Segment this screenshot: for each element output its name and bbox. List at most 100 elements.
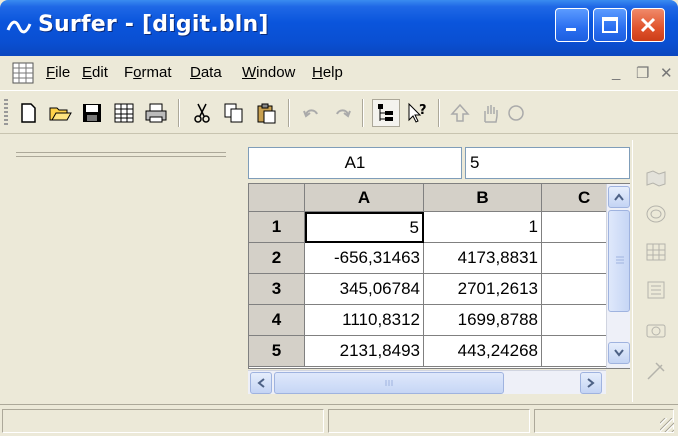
open-folder-icon: [49, 107, 72, 121]
pane-divider: [16, 156, 226, 157]
cell-a5[interactable]: 2131,8493: [305, 336, 424, 367]
save-button[interactable]: [78, 99, 106, 127]
scroll-up-button[interactable]: [608, 186, 630, 208]
worksheet-button[interactable]: [110, 99, 138, 127]
new-file-icon: [21, 103, 36, 123]
print-icon: [145, 103, 167, 123]
grid-node-button[interactable]: [642, 238, 670, 266]
column-header-a[interactable]: A: [305, 184, 424, 212]
horizontal-scrollbar[interactable]: [248, 370, 606, 394]
digitize-button[interactable]: [642, 356, 670, 384]
cell-b3[interactable]: 2701,2613: [424, 274, 542, 305]
context-help-button[interactable]: ?: [404, 99, 432, 127]
status-bar: [0, 404, 678, 436]
minimize-button[interactable]: [555, 8, 589, 42]
toolbar-grip[interactable]: [4, 99, 8, 127]
object-manager-button[interactable]: [372, 99, 400, 127]
pane-divider: [16, 152, 226, 153]
cell-edit-box[interactable]: 5: [465, 147, 630, 179]
arrow-up-button[interactable]: [446, 99, 474, 127]
camera-button[interactable]: [642, 316, 670, 344]
mdi-close-button[interactable]: ✕: [660, 64, 673, 82]
status-pane-size: [534, 409, 674, 433]
grid-icon: [646, 243, 666, 261]
scroll-down-button[interactable]: [608, 342, 630, 364]
maximize-button[interactable]: [593, 8, 627, 42]
zoom-icon: [508, 105, 524, 121]
menu-edit[interactable]: Edit: [82, 64, 108, 81]
menu-window[interactable]: Window: [242, 64, 295, 81]
vertical-scroll-thumb[interactable]: [608, 210, 630, 312]
pan-button[interactable]: [476, 99, 504, 127]
object-manager-pane[interactable]: [0, 140, 242, 402]
new-button[interactable]: [14, 99, 42, 127]
cell-a4[interactable]: 1110,8312: [305, 305, 424, 336]
open-button[interactable]: [46, 99, 74, 127]
title-bar[interactable]: Surfer - [digit.bln]: [0, 0, 678, 56]
maximize-icon: [602, 17, 618, 33]
close-icon: [640, 17, 656, 33]
status-pane-message: [2, 409, 324, 433]
svg-text:?: ?: [419, 103, 427, 118]
cell-reference-box[interactable]: A1: [248, 147, 462, 179]
close-button[interactable]: [631, 8, 665, 42]
zoom-button[interactable]: [502, 99, 530, 127]
object-manager-icon: [378, 104, 393, 121]
contour-icon: [646, 205, 666, 223]
list-button[interactable]: [642, 276, 670, 304]
vertical-scrollbar[interactable]: [606, 184, 630, 368]
map-button[interactable]: [642, 164, 670, 192]
print-button[interactable]: [142, 99, 170, 127]
mdi-restore-button[interactable]: ❐: [636, 64, 649, 82]
worksheet-grid[interactable]: A B C 1 5 1 2 -656,31463 4173,8831 3 345…: [248, 183, 630, 369]
copy-button[interactable]: [220, 99, 248, 127]
row-header[interactable]: 4: [249, 305, 305, 336]
context-help-icon: ?: [408, 102, 427, 123]
menu-data[interactable]: Data: [190, 64, 222, 81]
grip-lines-icon: [616, 256, 624, 264]
menu-file[interactable]: File: [46, 64, 70, 81]
scroll-left-button[interactable]: [250, 372, 272, 394]
cell-b5[interactable]: 443,24268: [424, 336, 542, 367]
map-toolbar: [632, 140, 678, 402]
cell-b2[interactable]: 4173,8831: [424, 243, 542, 274]
menu-help[interactable]: Help: [312, 64, 343, 81]
menu-format[interactable]: Format: [124, 64, 172, 81]
camera-icon: [646, 324, 666, 338]
scroll-right-button[interactable]: [580, 372, 602, 394]
cut-button[interactable]: [188, 99, 216, 127]
contour-button[interactable]: [642, 200, 670, 228]
toolbar-separator: [362, 99, 364, 127]
redo-button[interactable]: [328, 99, 356, 127]
resize-grip[interactable]: [660, 418, 674, 432]
undo-icon: [303, 109, 318, 118]
main-toolbar: ?: [0, 90, 678, 134]
status-pane-position: [328, 409, 530, 433]
save-icon: [83, 104, 101, 122]
corner-header[interactable]: [249, 184, 305, 212]
grip-lines-icon: [385, 380, 393, 386]
worksheet-document-icon[interactable]: [12, 62, 34, 84]
worksheet-icon: [114, 103, 134, 123]
row-header[interactable]: 3: [249, 274, 305, 305]
cell-a2[interactable]: -656,31463: [305, 243, 424, 274]
row-header[interactable]: 5: [249, 336, 305, 367]
mdi-minimize-button[interactable]: _: [612, 64, 620, 81]
undo-button[interactable]: [298, 99, 326, 127]
pan-hand-icon: [484, 105, 498, 123]
surfer-window: Surfer - [digit.bln] File Edit Format Da…: [0, 0, 678, 436]
cell-a3[interactable]: 345,06784: [305, 274, 424, 305]
paste-button[interactable]: [252, 99, 280, 127]
cell-b1[interactable]: 1: [424, 212, 542, 243]
horizontal-scroll-thumb[interactable]: [274, 372, 504, 394]
surfer-wave-icon: [6, 20, 32, 34]
row-header[interactable]: 2: [249, 243, 305, 274]
cell-a1[interactable]: 5: [305, 212, 424, 243]
map-icon: [646, 170, 666, 187]
digitize-icon: [647, 362, 665, 380]
minimize-icon: [566, 28, 576, 31]
row-header[interactable]: 1: [249, 212, 305, 243]
cell-b4[interactable]: 1699,8788: [424, 305, 542, 336]
column-header-b[interactable]: B: [424, 184, 542, 212]
cut-icon: [194, 103, 210, 123]
